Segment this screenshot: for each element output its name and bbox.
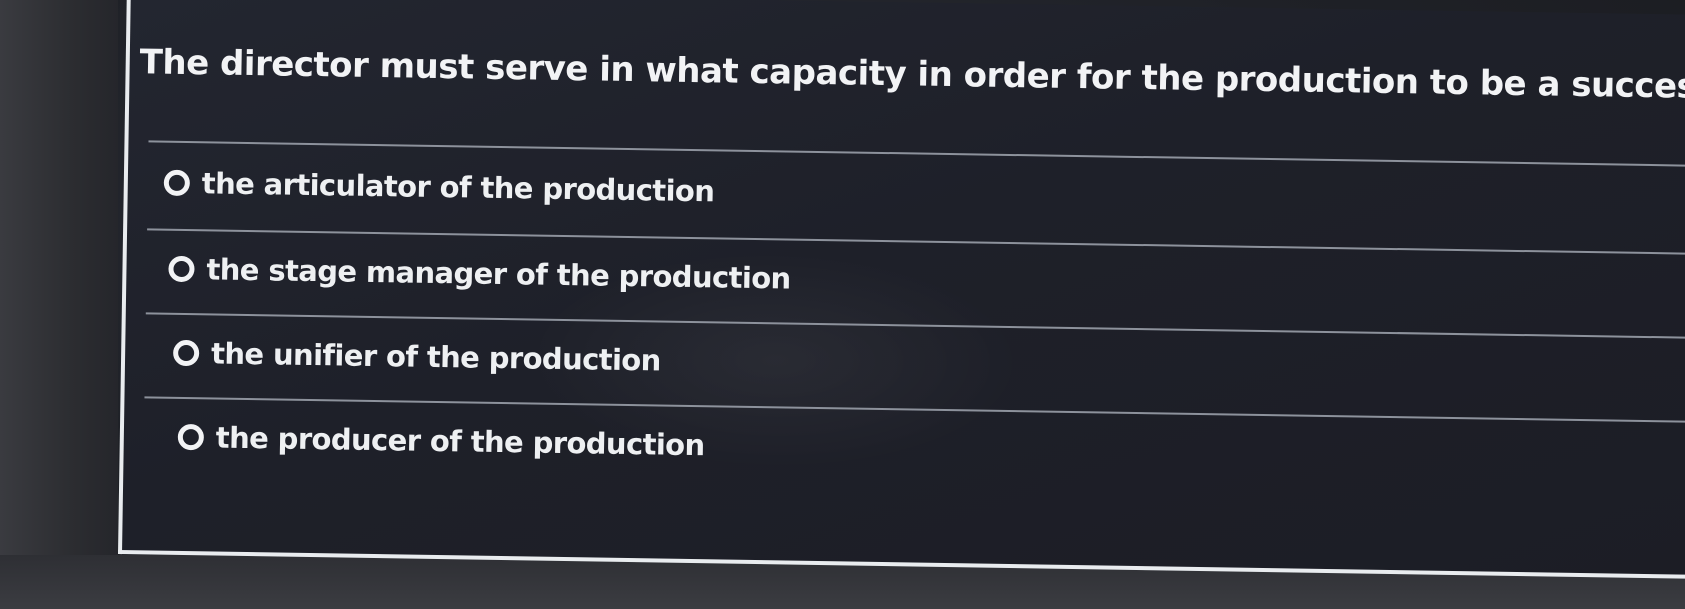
radio-button-icon[interactable]: [168, 255, 195, 283]
monitor-bezel-left: [0, 0, 118, 609]
option-label: the producer of the production: [215, 420, 705, 463]
radio-button-icon[interactable]: [163, 169, 191, 197]
option-stage-manager[interactable]: the stage manager of the production: [168, 245, 791, 303]
option-label: the unifier of the production: [210, 336, 661, 378]
option-articulator[interactable]: the articulator of the production: [163, 159, 715, 216]
option-label: the stage manager of the production: [206, 252, 791, 296]
radio-button-icon[interactable]: [172, 339, 200, 367]
photo-of-screen: The director must serve in what capacity…: [0, 0, 1685, 609]
question-card: The director must serve in what capacity…: [118, 0, 1685, 580]
radio-button-icon[interactable]: [177, 423, 205, 451]
option-producer[interactable]: the producer of the production: [177, 413, 705, 469]
option-label: the articulator of the production: [201, 166, 715, 209]
question-text: The director must serve in what capacity…: [139, 42, 1685, 108]
option-unifier[interactable]: the unifier of the production: [172, 329, 661, 385]
